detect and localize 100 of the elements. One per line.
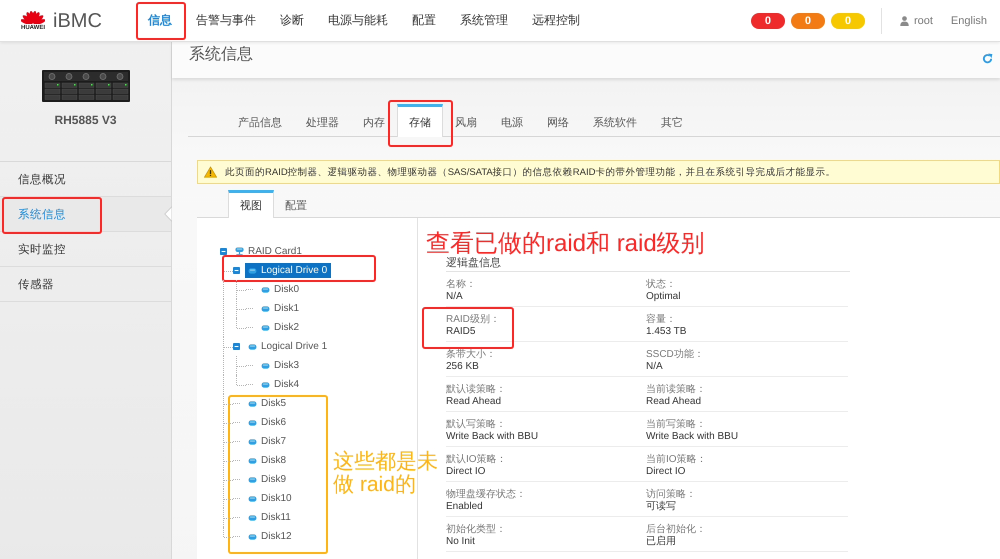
drive-icon <box>248 400 257 406</box>
drive-icon <box>261 324 270 330</box>
field-value: Enabled <box>446 501 484 513</box>
nav-tab[interactable]: 电源与能耗 <box>316 0 400 42</box>
tree-node[interactable]: Disk7 <box>245 434 290 449</box>
field-label: 状态： <box>646 279 677 291</box>
field-label: 当前IO策略： <box>646 454 708 466</box>
sidebar-item[interactable]: 实时监控 <box>0 232 171 267</box>
drive-icon <box>248 496 257 502</box>
field-value: Read Ahead <box>646 396 702 408</box>
drive-icon <box>248 514 257 520</box>
nav-tab[interactable]: 系统管理 <box>448 0 520 42</box>
tree-node[interactable]: Disk0 <box>258 282 304 297</box>
tab[interactable]: 处理器 <box>294 104 351 137</box>
alarm-count-badge[interactable]: 0 <box>750 12 785 28</box>
tab[interactable]: 电源 <box>489 104 535 137</box>
nav-tab[interactable]: 告警与事件 <box>184 0 268 42</box>
field-label: 默认写策略： <box>446 419 507 431</box>
field-label: RAID级别： <box>446 314 501 326</box>
tab[interactable]: 存储 <box>397 104 443 137</box>
drive-icon <box>248 534 257 540</box>
field-label: SSCD功能： <box>646 349 705 361</box>
tree-node[interactable]: Disk2 <box>258 320 304 335</box>
tab[interactable]: 风扇 <box>443 104 489 137</box>
nav-tab[interactable]: 远程控制 <box>520 0 592 42</box>
user-icon <box>900 16 909 26</box>
tree-node[interactable]: Disk11 <box>245 510 295 525</box>
field-label: 容量： <box>646 314 677 326</box>
field-label: 初始化类型： <box>446 524 507 536</box>
section-title: 逻辑盘信息 <box>446 254 850 272</box>
field-label: 条带大小： <box>446 349 497 361</box>
drive-icon <box>261 382 270 388</box>
tree-node[interactable]: Disk9 <box>245 472 290 487</box>
field-label: 当前写策略： <box>646 419 707 431</box>
tree-node[interactable]: Disk3 <box>258 358 304 373</box>
field-value: No Init <box>446 536 476 548</box>
field-value: N/A <box>446 291 464 303</box>
tree-toggle[interactable] <box>233 343 240 350</box>
view-tab[interactable]: 配置 <box>274 190 318 218</box>
drive-icon <box>261 286 270 292</box>
tree-toggle[interactable] <box>220 248 227 255</box>
page-title: 系统信息 <box>189 44 253 65</box>
tree-node[interactable]: Logical Drive 1 <box>245 339 332 354</box>
field-value: Direct IO <box>446 466 486 478</box>
field-label: 当前读策略： <box>646 384 707 396</box>
annotation-note: 这些都是未做 raid的 <box>333 450 439 496</box>
field-value: 已启用 <box>646 536 677 548</box>
field-value: 可读写 <box>646 501 677 513</box>
field-label: 默认IO策略： <box>446 454 508 466</box>
field-label: 访问策略： <box>646 489 697 500</box>
tree-node[interactable]: RAID Card1 <box>232 244 306 259</box>
drive-icon <box>248 344 257 350</box>
field-value: Write Back with BBU <box>646 431 740 443</box>
tab[interactable]: 系统软件 <box>581 104 649 137</box>
tree-node[interactable]: Disk4 <box>258 377 304 392</box>
refresh-icon[interactable] <box>982 53 993 64</box>
tree-node[interactable]: Disk6 <box>245 415 290 430</box>
field-value: Direct IO <box>646 466 686 478</box>
tree-node[interactable]: Disk10 <box>245 491 296 506</box>
tree-node[interactable]: Disk1 <box>258 301 304 316</box>
drive-icon <box>248 438 257 444</box>
field-value: 256 KB <box>446 361 480 373</box>
drive-icon <box>261 362 270 368</box>
field-label: 物理盘缓存状态： <box>446 489 527 501</box>
tree-node[interactable]: Disk12 <box>245 529 296 544</box>
field-value: Write Back with BBU <box>446 431 540 443</box>
tab[interactable]: 产品信息 <box>226 104 294 137</box>
field-label: 默认读策略： <box>446 384 507 396</box>
tree-node[interactable]: Logical Drive 0 <box>245 263 332 278</box>
user-name[interactable]: root <box>914 14 933 26</box>
field-value: N/A <box>646 361 664 373</box>
drive-icon <box>248 458 257 464</box>
tab[interactable]: 内存 <box>351 104 397 137</box>
drive-icon <box>261 306 270 312</box>
drive-icon <box>248 420 257 426</box>
warning-icon <box>204 166 217 178</box>
field-value: 1.453 TB <box>646 326 688 338</box>
sidebar-item[interactable]: 传感器 <box>0 267 171 302</box>
flower-logo-icon <box>21 9 45 24</box>
field-label: 后台初始化： <box>646 524 707 536</box>
field-value: Optimal <box>646 291 682 303</box>
nav-tab[interactable]: 诊断 <box>268 0 316 42</box>
product-name: iBMC <box>53 8 102 32</box>
tree-node[interactable]: Disk5 <box>245 396 290 411</box>
field-value: Read Ahead <box>446 396 502 408</box>
warning-text: 此页面的RAID控制器、逻辑驱动器、物理驱动器（SAS/SATA接口）的信息依赖RAID卡的带外管理功能，并且在系统引导完成后才能显示。 <box>225 166 836 178</box>
nav-tab[interactable]: 信息 <box>136 0 184 42</box>
device-model: RH5885 V3 <box>54 113 117 127</box>
drive-icon <box>248 476 257 482</box>
annotation-note: 查看已做的raid和 raid级别 <box>426 232 705 256</box>
field-label: 名称： <box>446 279 477 291</box>
view-tab[interactable]: 视图 <box>228 190 274 218</box>
tree-node[interactable]: Disk8 <box>245 453 290 468</box>
tab[interactable]: 其它 <box>649 104 695 137</box>
tree-toggle[interactable] <box>233 267 240 274</box>
language-link[interactable]: English <box>950 14 987 26</box>
tab[interactable]: 网络 <box>535 104 581 137</box>
storage-icon <box>235 247 244 256</box>
nav-tab[interactable]: 配置 <box>400 0 448 42</box>
field-value: RAID5 <box>446 326 476 338</box>
